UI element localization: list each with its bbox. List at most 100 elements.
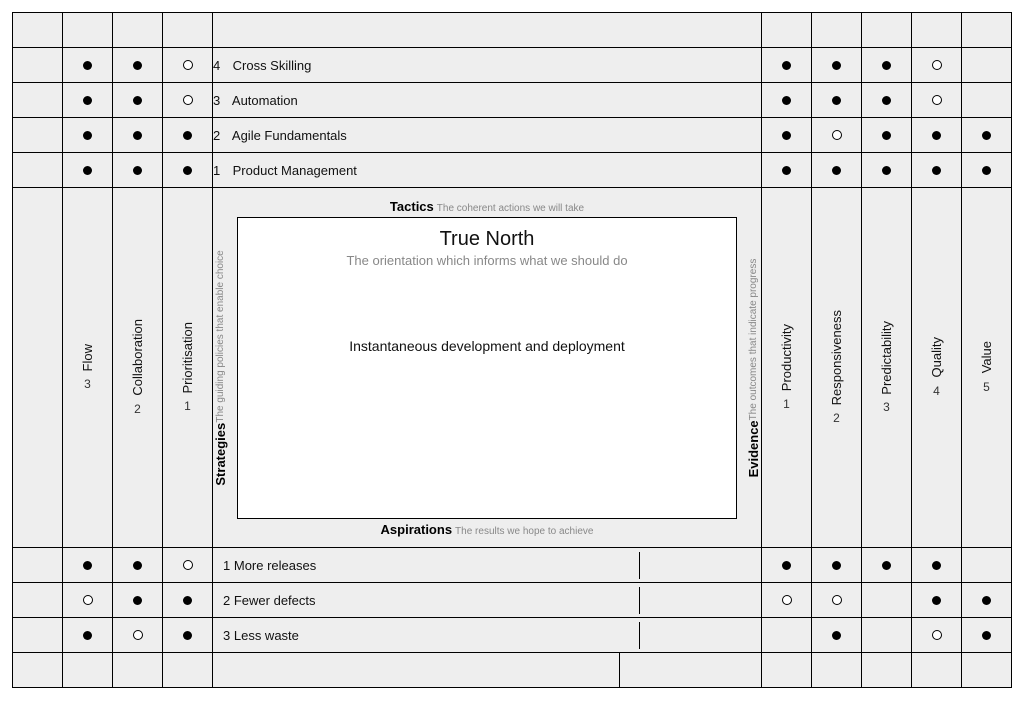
edge-evidence: EvidenceThe outcomes that indicate progr… (746, 258, 761, 477)
ring-icon (832, 595, 842, 605)
tactic-evidence-cell (812, 48, 862, 83)
aspiration-evidence-cell (912, 583, 962, 618)
aspiration-blank-label (213, 653, 762, 688)
aspiration-evidence-cell (812, 583, 862, 618)
dot-icon (882, 561, 891, 570)
dot-icon (882, 96, 891, 105)
aspiration-strategy-cell (13, 618, 63, 653)
tactic-num: 1 (213, 163, 229, 178)
center-band-row: Flow3 Collaboration2 Prioritisation1 Tac… (13, 188, 1012, 548)
tactic-label-cell: 1 Product Management (213, 153, 762, 188)
aspiration-evidence-cell (912, 548, 962, 583)
tactic-num: 4 (213, 58, 229, 73)
aspiration-strategy-cell (13, 548, 63, 583)
dot-icon (782, 561, 791, 570)
aspiration-label-cell: 2 Fewer defects (213, 583, 762, 618)
dot-icon (183, 631, 192, 640)
aspiration-blank-row (13, 653, 1012, 688)
dot-icon (982, 131, 991, 140)
dot-icon (932, 166, 941, 175)
dot-icon (982, 631, 991, 640)
dot-icon (782, 166, 791, 175)
aspiration-row: 3 Less waste (13, 618, 1012, 653)
tactic-strategy-cell (113, 83, 163, 118)
tactic-strategy-cell (13, 83, 63, 118)
strategy-num: 2 (134, 402, 141, 416)
dot-icon (932, 561, 941, 570)
tactic-strategy-cell (63, 83, 113, 118)
tactic-blank-label (213, 13, 762, 48)
aspiration-evidence-cell (912, 618, 962, 653)
evidence-label: Quality (929, 337, 944, 377)
tactic-row: 3 Automation (13, 83, 1012, 118)
dot-icon (932, 596, 941, 605)
tactic-evidence-cell (862, 118, 912, 153)
tactic-num: 2 (213, 128, 229, 143)
dot-icon (932, 131, 941, 140)
aspiration-row: 1 More releases (13, 548, 1012, 583)
ring-icon (932, 60, 942, 70)
evidence-label: Productivity (779, 324, 794, 391)
tactic-evidence-cell (912, 48, 962, 83)
dot-icon (183, 131, 192, 140)
strategy-col-prior: Prioritisation1 (163, 188, 213, 548)
tactic-strategy-cell (113, 48, 163, 83)
evidence-col-productivity: Productivity 1 (762, 188, 812, 548)
aspiration-label: Fewer defects (234, 593, 316, 608)
tactic-row: 1 Product Management (13, 153, 1012, 188)
dot-icon (133, 166, 142, 175)
tactic-evidence-cell (962, 83, 1012, 118)
strategy-col-collab: Collaboration2 (113, 188, 163, 548)
aspiration-strategy-cell (63, 548, 113, 583)
tactic-strategy-cell (13, 153, 63, 188)
aspiration-evidence-cell (962, 548, 1012, 583)
tactic-strategy-cell (13, 118, 63, 153)
dot-icon (183, 596, 192, 605)
aspiration-evidence-cell (862, 583, 912, 618)
dot-icon (83, 61, 92, 70)
evidence-col-quality: Quality4 (912, 188, 962, 548)
tactic-strategy-cell (113, 118, 163, 153)
tactic-strategy-cell (63, 118, 113, 153)
dot-icon (832, 96, 841, 105)
ring-icon (83, 595, 93, 605)
ring-icon (782, 595, 792, 605)
tactic-strategy-cell (113, 153, 163, 188)
tactic-evidence-cell (812, 118, 862, 153)
dot-icon (83, 131, 92, 140)
tactic-num: 3 (213, 93, 229, 108)
evidence-num: 5 (983, 380, 990, 394)
aspiration-num: 2 (223, 593, 230, 608)
aspiration-label: More releases (234, 558, 316, 573)
tactic-strategy-cell (163, 83, 213, 118)
aspiration-strategy-cell (63, 618, 113, 653)
aspiration-strategy-cell (163, 548, 213, 583)
aspiration-strategy-cell (113, 618, 163, 653)
tactic-evidence-cell (962, 48, 1012, 83)
dot-icon (782, 96, 791, 105)
tactic-label: Agile Fundamentals (232, 128, 347, 143)
evidence-label: Responsiveness (829, 310, 844, 405)
ring-icon (932, 95, 942, 105)
dot-icon (832, 61, 841, 70)
tactic-evidence-cell (912, 83, 962, 118)
dot-icon (982, 596, 991, 605)
tactic-label-cell: 2 Agile Fundamentals (213, 118, 762, 153)
tactic-row: 2 Agile Fundamentals (13, 118, 1012, 153)
tactic-evidence-cell (762, 153, 812, 188)
tactic-evidence-cell (862, 83, 912, 118)
aspiration-strategy-cell (163, 618, 213, 653)
aspiration-evidence-cell (812, 548, 862, 583)
dot-icon (832, 166, 841, 175)
dot-icon (882, 166, 891, 175)
tactic-label-cell: 3 Automation (213, 83, 762, 118)
true-north-cell: TacticsThe coherent actions we will take… (213, 188, 762, 548)
dot-icon (832, 561, 841, 570)
tactic-strategy-cell (13, 48, 63, 83)
dot-icon (133, 561, 142, 570)
ring-icon (832, 130, 842, 140)
tactic-evidence-cell (912, 153, 962, 188)
evidence-num: 1 (783, 397, 790, 411)
dot-icon (832, 631, 841, 640)
dot-icon (83, 631, 92, 640)
